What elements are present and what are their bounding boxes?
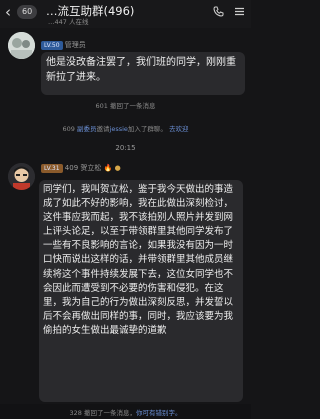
chat-header: ‹ 60 …流互助群(496) …447 人在线 xyxy=(0,0,251,28)
sender-row: LV.31 409 贺立松 🔥 ● xyxy=(41,163,121,175)
welcome-link[interactable]: 去欢迎 xyxy=(169,125,189,133)
back-arrow-icon[interactable]: ‹ xyxy=(5,3,11,21)
sender-name: 409 贺立松 xyxy=(64,164,102,172)
online-count: …447 人在线 xyxy=(48,18,89,26)
bottom-bar: 328 撤回了一条消息，你可有错别字。 xyxy=(0,404,251,419)
badge-icon: ● xyxy=(114,164,121,172)
avatar[interactable] xyxy=(8,32,35,59)
message-bubble[interactable]: 同学们，我叫贺立松，鉴于我今天做出的事造成了如此不好的影响，我在此做出深刻检讨，… xyxy=(39,180,243,402)
edit-link[interactable]: 你可有错别字。 xyxy=(136,409,182,417)
join-notice: 609 副委员邀请jessie加入了群聊。 去欢迎 xyxy=(62,125,189,133)
recall-notice: 328 撤回了一条消息，你可有错别字。 xyxy=(69,409,182,417)
unread-count-badge[interactable]: 60 xyxy=(17,5,38,19)
sender-row: LV.50 管理员 xyxy=(41,40,86,52)
sender-name: 管理员 xyxy=(64,41,86,49)
inviter-link[interactable]: 副委员 xyxy=(77,125,97,133)
level-badge: LV.50 xyxy=(41,40,63,50)
message-bubble[interactable]: 他是没改备注罢了，我们班的同学，刚刚重新拉了进来。 xyxy=(41,52,245,95)
menu-icon[interactable] xyxy=(234,6,245,20)
recall-notice: 601 撤回了一条消息 xyxy=(95,102,156,110)
avatar[interactable] xyxy=(8,163,35,190)
level-badge: LV.31 xyxy=(41,163,63,173)
timestamp: 20:15 xyxy=(115,144,136,152)
phone-icon[interactable] xyxy=(213,6,224,20)
fire-icon: 🔥 xyxy=(103,164,113,172)
invitee-link[interactable]: jessie xyxy=(110,125,128,133)
